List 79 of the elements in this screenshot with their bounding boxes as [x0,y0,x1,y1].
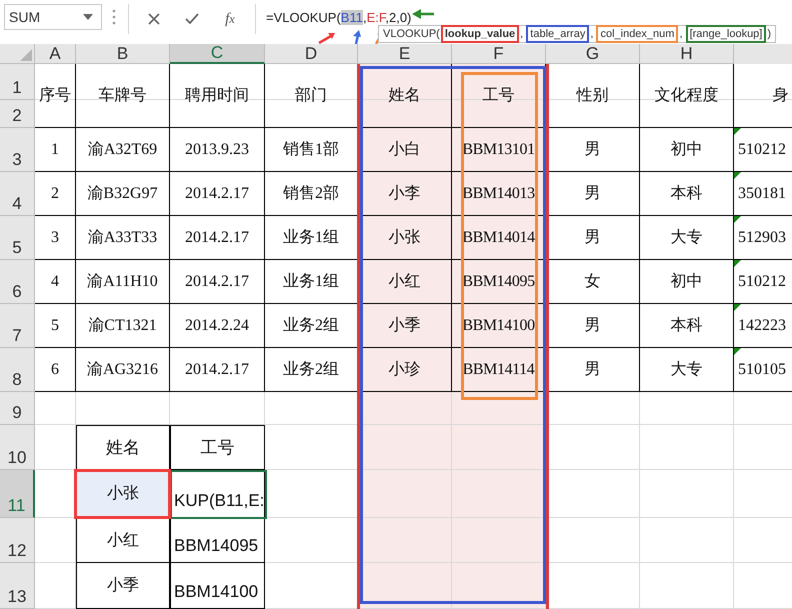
error-indicator-icon [734,216,741,223]
name-box[interactable]: SUM [4,4,102,30]
column-heading: 序号 [35,64,76,128]
table-cell: 2014.2.17 [170,172,265,216]
row-header[interactable]: 9 [0,392,35,425]
column-header[interactable]: D [265,44,358,64]
table-cell: 2014.2.17 [170,348,265,392]
table-cell: 510212 [734,260,792,304]
table-cell: 2013.9.23 [170,128,265,172]
table-cell: 350181 [734,172,792,216]
table-cell: 2014.2.17 [170,260,265,304]
table-cell: 本科 [640,304,734,348]
column-header[interactable]: A [35,44,76,64]
error-indicator-icon [734,128,741,135]
arrow-icon [352,30,362,44]
table-cell: 渝AG3216 [76,348,170,392]
table-cell: 510212 [734,128,792,172]
error-indicator-icon [734,260,741,267]
table-cell: 小季 [76,563,170,609]
table-cell: BBM14095 [170,518,265,563]
table-cell: 渝B32G97 [76,172,170,216]
arrow-icon [318,32,336,44]
column-header[interactable]: B [76,44,170,64]
error-indicator-icon [734,348,741,355]
row-header[interactable]: 3 [0,128,35,172]
row-header[interactable]: 6 [0,260,35,304]
table-cell: 渝CT1321 [76,304,170,348]
row-header[interactable]: 10 [0,425,35,470]
table-cell: 初中 [640,260,734,304]
table-cell: 2014.2.17 [170,216,265,260]
column-header[interactable]: H [640,44,734,64]
table-cell: 小红 [76,518,170,563]
table-cell: 5 [35,304,76,348]
dropdown-caret-icon [83,14,93,20]
row-header[interactable]: 12 [0,518,35,563]
column-heading: 聘用时间 [170,64,265,128]
close-icon [148,13,160,25]
row-header[interactable]: 4 [0,172,35,216]
column-heading: 车牌号 [76,64,170,128]
row-header[interactable]: 1 [0,64,35,100]
table-cell: 142223 [734,304,792,348]
row-header[interactable]: 11 [0,470,35,518]
table-cell: 1 [35,128,76,172]
table-cell: 2014.2.24 [170,304,265,348]
column-header[interactable]: G [546,44,640,64]
column-header[interactable]: E [358,44,452,64]
table-cell: 渝A32T69 [76,128,170,172]
row-header[interactable]: 7 [0,304,35,348]
table-cell: 6 [35,348,76,392]
row-header[interactable]: 2 [0,100,35,128]
column-heading: 工号 [170,425,265,470]
table-cell: 512903 [734,216,792,260]
column-heading: 文化程度 [640,64,734,128]
column-heading: 姓名 [76,425,170,470]
row-header[interactable]: 13 [0,563,35,609]
column-header[interactable]: F [452,44,546,64]
table-cell: 渝A33T33 [76,216,170,260]
error-indicator-icon [734,172,741,179]
formula-input[interactable]: =VLOOKUP(B11,E:F,2,0) [266,4,412,25]
row-header[interactable]: 8 [0,348,35,392]
table-cell: 2 [35,172,76,216]
table-cell: BBM14100 [170,563,265,609]
table-cell: 渝A11H10 [76,260,170,304]
check-icon [185,13,199,25]
table-cell: 510105 [734,348,792,392]
column-heading: 身 [734,64,792,128]
table-cell: 大专 [640,216,734,260]
table-cell: 初中 [640,128,734,172]
select-all-icon [20,49,32,61]
row-header[interactable]: 5 [0,216,35,260]
table-cell: 3 [35,216,76,260]
table-cell: 本科 [640,172,734,216]
error-indicator-icon [734,304,741,311]
function-tooltip: VLOOKUP( lookup_value , table_array , col_index_num , [range_lookup] ) [378,25,776,43]
grip-icon [112,9,116,25]
column-header[interactable]: C [170,44,265,64]
table-cell: 大专 [640,348,734,392]
table-cell: 4 [35,260,76,304]
arrow-icon [412,9,434,19]
